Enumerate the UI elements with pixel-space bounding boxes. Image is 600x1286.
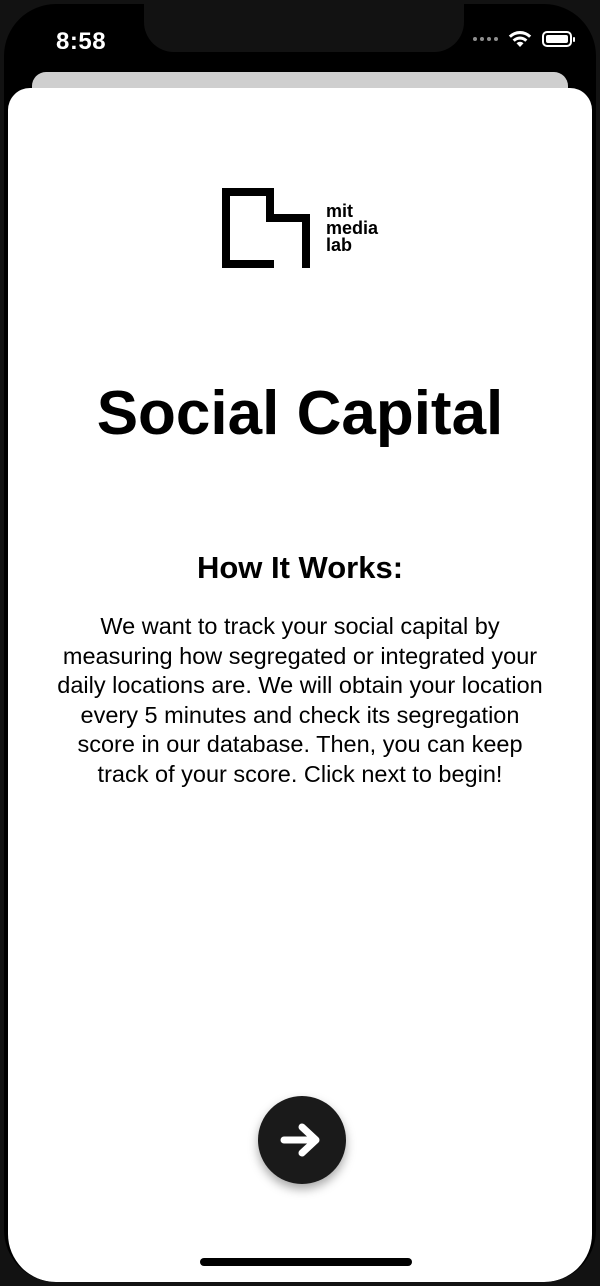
status-time: 8:58	[56, 28, 107, 55]
logo-line-media: media	[326, 217, 379, 238]
description-text: We want to track your social capital by …	[57, 613, 543, 787]
section-heading: How It Works:	[196, 550, 404, 585]
device-frame: 8:58 mit media lab Social Capital How It…	[0, 0, 600, 1286]
logo-text: mit media lab	[326, 200, 379, 255]
mit-media-lab-logo: mit media lab	[222, 188, 378, 268]
arrow-right-icon	[280, 1123, 320, 1157]
logo-line-lab: lab	[326, 234, 353, 255]
battery-icon	[542, 31, 575, 47]
logo-line-mit: mit	[326, 200, 353, 221]
modal-sheet: mit media lab Social Capital How It Work…	[8, 88, 592, 1282]
home-indicator[interactable]	[200, 1258, 412, 1266]
status-icons	[473, 30, 575, 48]
wifi-icon	[508, 31, 532, 47]
mit-media-lab-logo-icon	[222, 188, 310, 268]
page-title: Social Capital	[96, 379, 504, 448]
notch	[144, 4, 464, 52]
phone-screen: 8:58 mit media lab Social Capital How It…	[4, 4, 596, 1282]
signal-dots-icon	[473, 37, 498, 41]
next-button[interactable]	[258, 1096, 346, 1184]
